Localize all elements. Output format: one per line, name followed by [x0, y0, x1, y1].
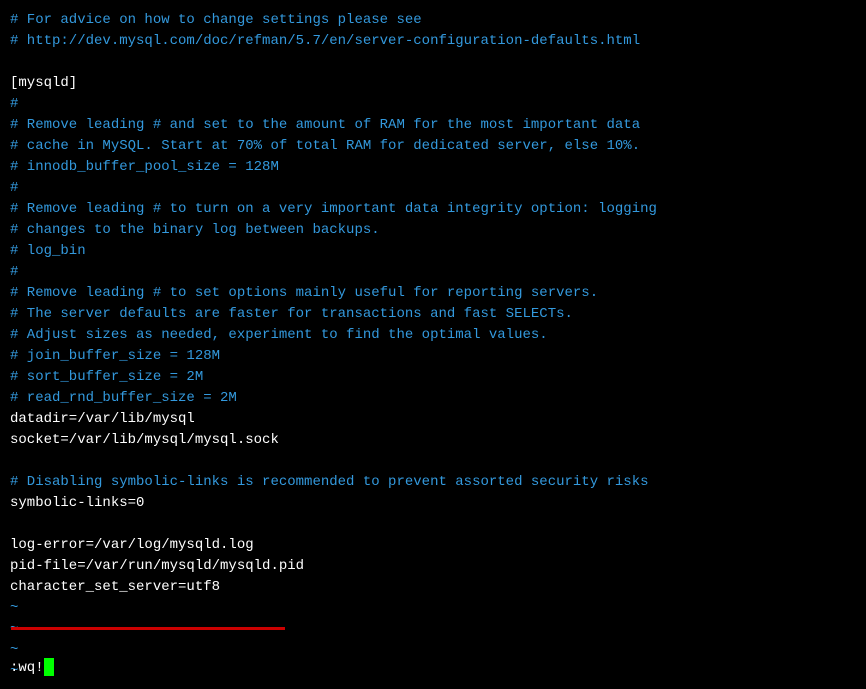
- file-line: # The server defaults are faster for tra…: [10, 304, 856, 325]
- highlight-underline: [11, 627, 285, 630]
- file-line: #: [10, 178, 856, 199]
- empty-line-tilde: ~: [10, 640, 856, 661]
- file-line: # sort_buffer_size = 2M: [10, 367, 856, 388]
- file-line: # innodb_buffer_pool_size = 128M: [10, 157, 856, 178]
- command-text: :wq!: [10, 660, 44, 676]
- file-line: # cache in MySQL. Start at 70% of total …: [10, 136, 856, 157]
- file-line: symbolic-links=0: [10, 493, 856, 514]
- editor-content[interactable]: # For advice on how to change settings p…: [10, 10, 856, 598]
- file-line: # log_bin: [10, 241, 856, 262]
- file-line: # Remove leading # and set to the amount…: [10, 115, 856, 136]
- empty-line-tilde: ~: [10, 661, 856, 682]
- file-line: pid-file=/var/run/mysqld/mysqld.pid: [10, 556, 856, 577]
- file-line: [10, 514, 856, 535]
- file-line: #: [10, 94, 856, 115]
- file-line: # changes to the binary log between back…: [10, 220, 856, 241]
- file-line: [10, 52, 856, 73]
- file-line: # For advice on how to change settings p…: [10, 10, 856, 31]
- file-line: # Adjust sizes as needed, experiment to …: [10, 325, 856, 346]
- file-line: datadir=/var/lib/mysql: [10, 409, 856, 430]
- file-line: [mysqld]: [10, 73, 856, 94]
- file-line: # Disabling symbolic-links is recommende…: [10, 472, 856, 493]
- file-line: character_set_server=utf8: [10, 577, 856, 598]
- empty-line-tilde: ~: [10, 598, 856, 619]
- cursor-block: [44, 658, 54, 676]
- file-line: socket=/var/lib/mysql/mysql.sock: [10, 430, 856, 451]
- file-line: # Remove leading # to set options mainly…: [10, 283, 856, 304]
- file-line: # http://dev.mysql.com/doc/refman/5.7/en…: [10, 31, 856, 52]
- file-line: # Remove leading # to turn on a very imp…: [10, 199, 856, 220]
- vim-command-line[interactable]: :wq!: [10, 658, 54, 679]
- file-line: #: [10, 262, 856, 283]
- file-line: # read_rnd_buffer_size = 2M: [10, 388, 856, 409]
- file-line: log-error=/var/log/mysqld.log: [10, 535, 856, 556]
- file-line: # join_buffer_size = 128M: [10, 346, 856, 367]
- file-line: [10, 451, 856, 472]
